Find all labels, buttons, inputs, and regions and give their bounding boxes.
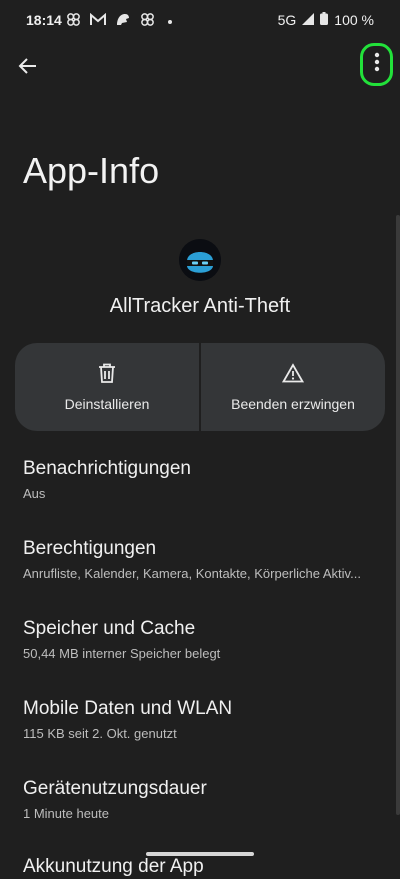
scrollbar[interactable] [396,215,400,815]
settings-item-storage[interactable]: Speicher und Cache 50,44 MB interner Spe… [23,617,388,661]
battery-icon [320,12,329,28]
more-notifications-dot [168,19,172,24]
item-subtitle: Anrufliste, Kalender, Kamera, Kontakte, … [23,566,361,581]
settings-item-mobile-data[interactable]: Mobile Daten und WLAN 115 KB seit 2. Okt… [23,697,388,741]
status-time: 18:14 [26,12,62,28]
more-vert-icon [374,52,380,77]
item-title: Speicher und Cache [23,618,196,639]
settings-item-battery-usage[interactable]: Akkunutzung der App [23,855,388,879]
signal-icon [302,12,315,28]
pinwheel-icon [66,12,81,32]
item-subtitle: Aus [23,486,46,501]
pinwheel-icon [140,12,155,32]
item-title: Gerätenutzungsdauer [23,778,207,799]
item-subtitle: 50,44 MB interner Speicher belegt [23,646,221,661]
back-button[interactable] [14,54,42,82]
trash-icon [98,363,116,388]
item-title: Akkunutzung der App [23,856,204,877]
force-stop-label: Beenden erzwingen [231,395,355,412]
item-subtitle: 1 Minute heute [23,806,110,821]
notification-icons [66,11,172,32]
item-subtitle: 115 KB seit 2. Okt. genutzt [23,726,177,741]
app-name: AllTracker Anti-Theft [109,295,291,317]
more-options-button[interactable] [360,43,393,86]
battery-level: 100 % [334,12,374,28]
gmail-icon [90,12,106,31]
ninja-mask-icon [179,239,221,281]
uninstall-label: Deinstallieren [64,395,150,412]
network-type: 5G [277,12,297,28]
warning-icon [281,362,305,388]
top-app-bar [0,43,400,92]
arrow-back-icon [18,56,38,81]
uninstall-button[interactable]: Deinstallieren [15,343,199,431]
status-right: 5G 100 % [278,12,374,28]
home-indicator[interactable] [146,852,254,856]
item-title: Berechtigungen [23,538,157,559]
status-bar: 18:14 5G 100 % [0,0,400,40]
settings-item-permissions[interactable]: Berechtigungen Anrufliste, Kalender, Kam… [23,537,388,581]
page-title: App-Info [23,150,160,191]
app-actions-card: Deinstallieren Beenden erzwingen [15,343,385,431]
item-title: Benachrichtigungen [23,458,191,479]
settings-item-screen-time[interactable]: Gerätenutzungsdauer 1 Minute heute [23,777,388,821]
dino-icon [115,11,131,32]
item-title: Mobile Daten und WLAN [23,698,233,719]
settings-item-notifications[interactable]: Benachrichtigungen Aus [23,457,388,501]
force-stop-button[interactable]: Beenden erzwingen [201,343,385,431]
